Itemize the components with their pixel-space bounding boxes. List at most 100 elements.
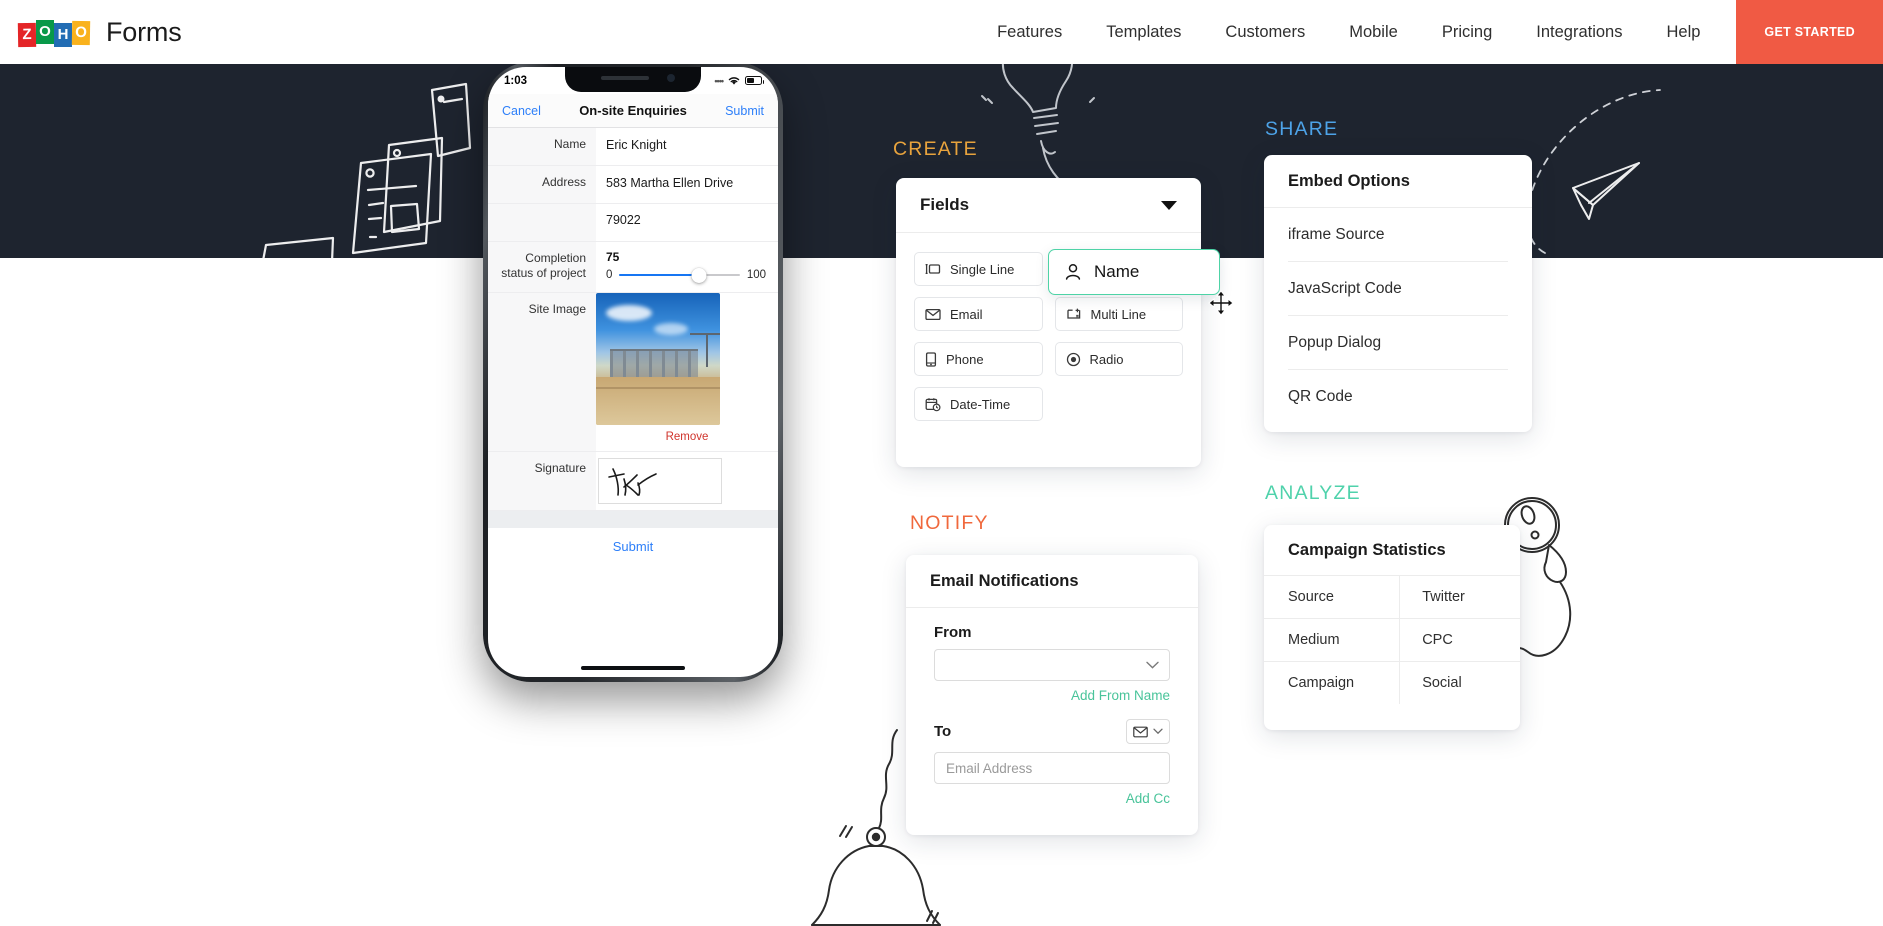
table-row: Medium CPC (1264, 618, 1520, 662)
chevron-down-icon (1153, 728, 1163, 735)
signature-pad[interactable] (598, 458, 722, 504)
brand[interactable]: Z O H O Forms (17, 16, 182, 48)
ground-shape (596, 377, 720, 425)
add-cc-link[interactable]: Add Cc (934, 791, 1170, 806)
logo-letter-h: H (54, 23, 72, 47)
email-icon (1133, 726, 1148, 737)
section-label-create: CREATE (893, 138, 978, 160)
embed-options-list: iframe Source JavaScript Code Popup Dial… (1264, 208, 1532, 423)
stats-value-source: Twitter (1399, 575, 1520, 619)
fields-card-title: Fields (920, 195, 970, 214)
email-card-body: From Add From Name To Email Address Add … (906, 608, 1198, 824)
field-button-phone[interactable]: Phone (914, 342, 1043, 376)
status-time: 1:03 (504, 74, 528, 87)
add-from-name-link[interactable]: Add From Name (934, 688, 1170, 703)
slider-value: 75 (606, 250, 620, 264)
field-value-zip[interactable]: 79022 (596, 204, 778, 241)
field-label: Date-Time (950, 396, 1011, 412)
from-label: From (934, 624, 972, 641)
stats-value-medium: CPC (1399, 618, 1520, 662)
multi-line-icon (1066, 308, 1080, 319)
table-row: Campaign Social (1264, 661, 1520, 704)
embed-option-iframe-source[interactable]: iframe Source (1288, 208, 1508, 262)
embed-options-card: Embed Options iframe Source JavaScript C… (1264, 155, 1532, 432)
embed-option-popup-dialog[interactable]: Popup Dialog (1288, 316, 1508, 370)
to-email-input[interactable]: Email Address (934, 752, 1170, 784)
nav-item-features[interactable]: Features (975, 0, 1084, 64)
embed-card-header: Embed Options (1264, 155, 1532, 207)
form-submit-button[interactable]: Submit (488, 528, 778, 565)
field-label-completion: Completion status of project (488, 242, 596, 292)
email-card-title: Email Notifications (930, 571, 1079, 590)
nav-item-mobile[interactable]: Mobile (1327, 0, 1420, 64)
field-value-address[interactable]: 583 Martha Ellen Drive (596, 166, 778, 203)
to-label: To (934, 723, 952, 740)
field-button-single-line[interactable]: Single Line (914, 252, 1043, 286)
crane-shape (690, 333, 720, 367)
stats-card-header: Campaign Statistics (1264, 525, 1520, 575)
field-label: Name (1094, 262, 1140, 281)
field-button-multi-line[interactable]: Multi Line (1054, 297, 1183, 331)
fields-card-header[interactable]: Fields (896, 178, 1201, 232)
field-label-signature: Signature (488, 452, 596, 510)
move-cursor-icon (1208, 290, 1234, 316)
building-shape (610, 349, 698, 379)
slider-fill (619, 274, 699, 276)
field-button-email[interactable]: Email (914, 297, 1043, 331)
stats-key-source: Source (1264, 575, 1400, 619)
field-label-address: Address (488, 166, 596, 203)
site-header: Z O H O Forms Features Templates Custome… (0, 0, 1883, 64)
field-button-name-dragging[interactable]: Name (1048, 249, 1220, 295)
nav-item-pricing[interactable]: Pricing (1420, 0, 1514, 64)
cancel-button[interactable]: Cancel (502, 104, 541, 118)
form-navbar: Cancel On-site Enquiries Submit (488, 94, 778, 128)
field-label-zip (488, 204, 596, 241)
chevron-down-icon (1146, 661, 1159, 669)
field-label: Single Line (950, 261, 1015, 277)
nav-item-customers[interactable]: Customers (1203, 0, 1327, 64)
stats-card-title: Campaign Statistics (1288, 540, 1446, 559)
campaign-statistics-card: Campaign Statistics Source Twitter Mediu… (1264, 525, 1520, 730)
to-type-selector[interactable] (1126, 719, 1170, 744)
section-label-notify: NOTIFY (910, 512, 989, 534)
get-started-button[interactable]: GET STARTED (1736, 0, 1883, 64)
form-row-completion: Completion status of project 75 0 100 (488, 242, 778, 293)
slider-min-label: 0 (606, 269, 613, 281)
logo-letter-z: Z (17, 22, 37, 48)
slider-thumb[interactable] (691, 268, 707, 283)
field-button-date-time[interactable]: Date-Time (914, 387, 1043, 421)
embed-option-qr-code[interactable]: QR Code (1288, 370, 1508, 423)
phone-icon (925, 351, 937, 367)
nav-item-integrations[interactable]: Integrations (1514, 0, 1644, 64)
embed-option-javascript-code[interactable]: JavaScript Code (1288, 262, 1508, 316)
completion-slider[interactable]: 75 0 100 (596, 242, 778, 292)
battery-icon (745, 76, 764, 85)
phone-notch (565, 67, 701, 92)
section-label-analyze: ANALYZE (1265, 482, 1361, 504)
field-button-radio[interactable]: Radio (1054, 342, 1183, 376)
fields-card: Fields Single Line Address (896, 178, 1201, 467)
field-label: Multi Line (1090, 306, 1147, 322)
slider-track[interactable] (619, 268, 741, 283)
navbar-submit-button[interactable]: Submit (725, 104, 764, 118)
signal-icon: •••• (714, 75, 724, 86)
stats-key-medium: Medium (1264, 618, 1400, 662)
field-value-name[interactable]: Eric Knight (596, 128, 778, 165)
stats-key-campaign: Campaign (1264, 661, 1400, 704)
site-image-preview (596, 293, 720, 425)
chevron-down-icon[interactable] (1161, 200, 1177, 210)
email-card-header: Email Notifications (906, 555, 1198, 607)
form-row-zip: 79022 (488, 204, 778, 242)
phone-screen: 1:03 •••• Cancel On-site Enquiries Submi… (488, 67, 778, 677)
cloud-shape (654, 323, 688, 335)
radio-icon (1066, 352, 1080, 366)
email-notifications-card: Email Notifications From Add From Name T… (906, 555, 1198, 835)
nav-item-help[interactable]: Help (1644, 0, 1722, 64)
single-line-icon (925, 263, 941, 275)
from-select[interactable] (934, 649, 1170, 681)
wifi-icon (728, 77, 740, 85)
nav-item-templates[interactable]: Templates (1084, 0, 1203, 64)
remove-image-button[interactable]: Remove (596, 425, 778, 451)
brand-name: Forms (106, 16, 182, 47)
logo-letter-o2: O (71, 20, 91, 46)
